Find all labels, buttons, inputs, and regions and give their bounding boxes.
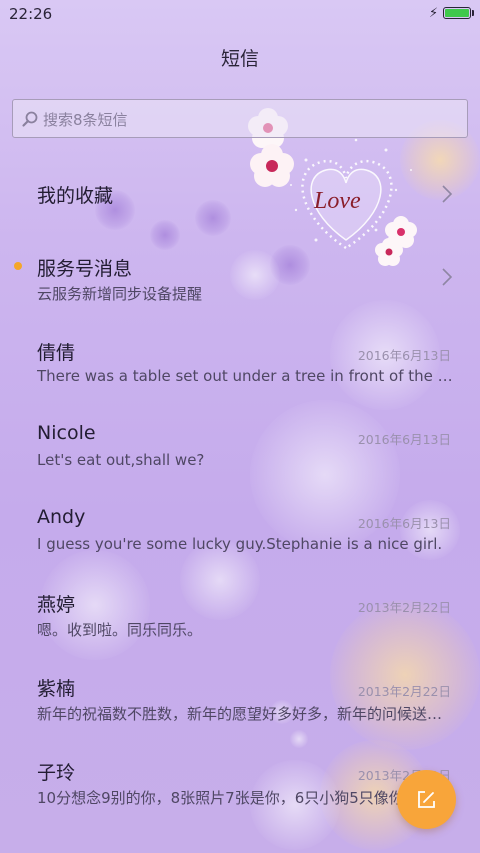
message-preview: 10分想念9别的你，8张照片7张是你，6只小狗5只像你 bbox=[37, 789, 404, 807]
message-preview: Let's eat out,shall we? bbox=[37, 451, 205, 469]
contact-name: 紫楠 bbox=[37, 678, 76, 700]
battery-icon bbox=[443, 7, 471, 19]
service-messages-title: 服务号消息 bbox=[37, 258, 133, 280]
message-preview: 嗯。收到啦。同乐同乐。 bbox=[37, 621, 203, 639]
favorites-item[interactable]: 我的收藏 bbox=[0, 151, 480, 235]
compose-button[interactable] bbox=[397, 770, 456, 829]
message-preview: There was a table set out under a tree i… bbox=[37, 367, 455, 385]
unread-dot bbox=[14, 262, 22, 270]
battery-level bbox=[445, 9, 469, 17]
message-preview: I guess you're some lucky guy.Stephanie … bbox=[37, 535, 443, 553]
contact-name: 燕婷 bbox=[37, 594, 76, 616]
message-date: 2013年2月22日 bbox=[357, 684, 451, 699]
search-placeholder: 搜索8条短信 bbox=[43, 111, 128, 129]
service-messages-subtitle: 云服务新增同步设备提醒 bbox=[37, 285, 203, 303]
contact-name: Andy bbox=[37, 506, 86, 528]
search-icon bbox=[22, 111, 38, 127]
search-input[interactable]: 搜索8条短信 bbox=[12, 99, 468, 138]
conversation-item[interactable]: 紫楠 2013年2月22日 新年的祝福数不胜数，新年的愿望好多好多，新年的问候送… bbox=[0, 655, 480, 739]
page-title: 短信 bbox=[220, 48, 259, 70]
conversation-item[interactable]: Nicole 2016年6月13日 Let's eat out,shall we… bbox=[0, 403, 480, 487]
message-date: 2016年6月13日 bbox=[357, 432, 451, 447]
conversation-item[interactable]: 燕婷 2013年2月22日 嗯。收到啦。同乐同乐。 bbox=[0, 571, 480, 655]
battery-tip bbox=[472, 10, 474, 16]
charging-icon: ⚡ bbox=[429, 6, 439, 21]
service-messages-item[interactable]: 服务号消息 云服务新增同步设备提醒 bbox=[0, 235, 480, 319]
status-time: 22:26 bbox=[9, 5, 53, 23]
message-preview: 新年的祝福数不胜数，新年的愿望好多好多，新年的问候送给你 bbox=[37, 705, 455, 723]
status-bar: 22:26 ⚡ bbox=[0, 0, 480, 28]
contact-name: 子玲 bbox=[37, 762, 76, 784]
message-date: 2016年6月13日 bbox=[357, 516, 451, 531]
conversation-item[interactable]: Andy 2016年6月13日 I guess you're some luck… bbox=[0, 487, 480, 571]
message-date: 2016年6月13日 bbox=[357, 348, 451, 363]
conversation-item[interactable]: 倩倩 2016年6月13日 There was a table set out … bbox=[0, 319, 480, 403]
contact-name: 倩倩 bbox=[37, 342, 76, 364]
message-date: 2013年2月22日 bbox=[357, 600, 451, 615]
chevron-right-icon bbox=[442, 185, 453, 203]
chevron-right-icon bbox=[442, 268, 453, 286]
compose-icon bbox=[418, 791, 435, 808]
contact-name: Nicole bbox=[37, 422, 96, 444]
favorites-title: 我的收藏 bbox=[37, 185, 114, 207]
